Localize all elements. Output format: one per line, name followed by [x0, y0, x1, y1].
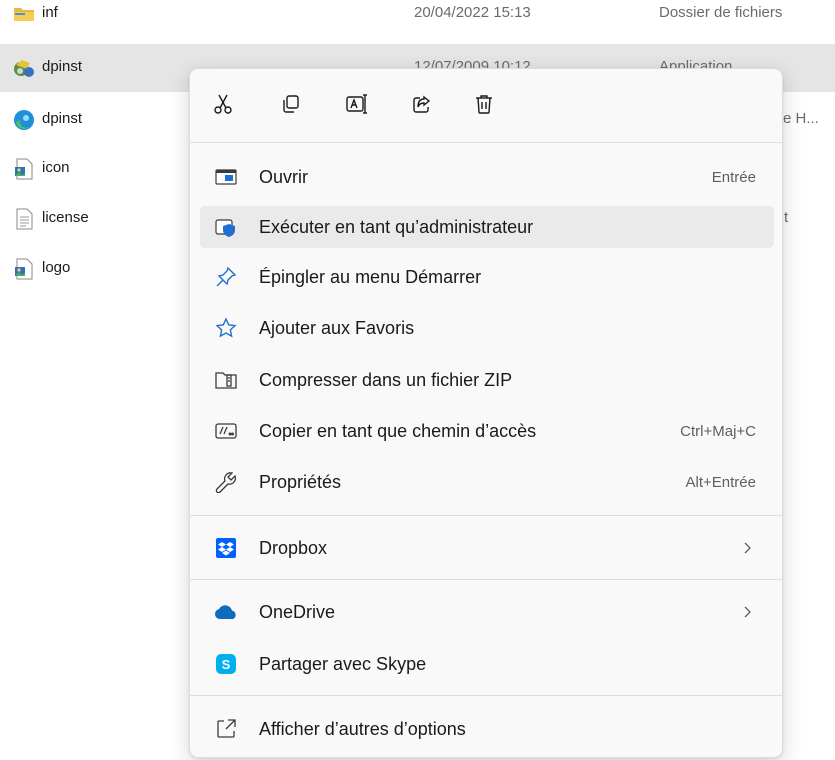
menu-item-label: Exécuter en tant qu’administrateur [259, 217, 534, 237]
menu-item-share-skype[interactable]: S Partager avec Skype [200, 643, 774, 685]
menu-item-dropbox[interactable]: Dropbox [200, 527, 774, 569]
menu-item-run-as-admin[interactable]: Exécuter en tant qu’administrateur [200, 206, 774, 248]
cut-button[interactable] [206, 89, 240, 123]
delete-button[interactable] [467, 89, 501, 123]
file-type-partial: t [784, 209, 789, 226]
menu-item-label: Épingler au menu Démarrer [259, 267, 482, 287]
context-menu: Ouvrir Entrée Exécuter en tant qu’admini… [189, 68, 783, 758]
chevron-right-icon [740, 539, 754, 557]
star-icon [214, 316, 238, 340]
file-name: license [42, 209, 89, 226]
menu-separator [190, 695, 782, 696]
image-file-icon [12, 257, 36, 281]
copy-button[interactable] [274, 89, 308, 123]
file-date: 20/04/2022 15:13 [414, 4, 531, 21]
menu-item-label: Compresser dans un fichier ZIP [259, 370, 513, 390]
file-name: inf [42, 4, 58, 21]
dropbox-icon [214, 536, 238, 560]
menu-item-open[interactable]: Ouvrir Entrée [200, 156, 774, 198]
edge-document-icon [12, 108, 36, 132]
menu-item-add-favorites[interactable]: Ajouter aux Favoris [200, 307, 774, 349]
wrench-icon [214, 470, 238, 494]
copy-icon [280, 93, 302, 120]
menu-item-onedrive[interactable]: OneDrive [200, 591, 774, 633]
menu-item-copy-as-path[interactable]: Copier en tant que chemin d’accès Ctrl+M… [200, 410, 774, 452]
more-options-icon [214, 717, 238, 741]
zip-folder-icon [214, 368, 238, 392]
menu-item-label: Partager avec Skype [259, 654, 427, 674]
file-type: Dossier de fichiers [659, 4, 783, 21]
skype-icon: S [214, 652, 238, 676]
menu-item-shortcut: Alt+Entrée [685, 474, 756, 491]
menu-item-shortcut: Entrée [711, 169, 756, 186]
menu-item-properties[interactable]: Propriétés Alt+Entrée [200, 461, 774, 503]
menu-item-compress-zip[interactable]: Compresser dans un fichier ZIP [200, 359, 774, 401]
file-name: icon [42, 159, 70, 176]
open-window-icon [214, 165, 238, 189]
file-name: logo [42, 259, 71, 276]
chevron-right-icon [740, 603, 754, 621]
shield-icon [214, 215, 238, 239]
menu-item-pin-to-start[interactable]: Épingler au menu Démarrer [200, 256, 774, 298]
menu-separator [190, 142, 782, 143]
path-icon [214, 419, 238, 443]
menu-item-label: Ouvrir [259, 167, 308, 187]
delete-icon [473, 93, 495, 120]
rename-button[interactable] [340, 89, 374, 123]
menu-item-label: Afficher d’autres d’options [259, 719, 466, 739]
menu-item-label: Dropbox [259, 538, 328, 558]
file-name: dpinst [42, 58, 83, 75]
file-type-partial: e H... [783, 110, 819, 127]
cut-icon [212, 93, 234, 120]
menu-separator [190, 579, 782, 580]
text-file-icon [12, 207, 36, 231]
app-icon [12, 56, 36, 80]
image-file-icon [12, 157, 36, 181]
menu-item-label: Ajouter aux Favoris [259, 318, 415, 338]
menu-item-more-options[interactable]: Afficher d’autres d’options [200, 708, 774, 750]
menu-separator [190, 515, 782, 516]
pin-icon [214, 265, 238, 289]
rename-icon [345, 93, 369, 120]
file-name: dpinst [42, 110, 83, 127]
menu-item-label: Propriétés [259, 472, 342, 492]
folder-icon [12, 2, 36, 26]
file-explorer-view: inf 20/04/2022 15:13 Dossier de fichiers… [0, 0, 835, 760]
menu-item-label: OneDrive [259, 602, 336, 622]
share-icon [411, 93, 433, 120]
file-row-inf[interactable]: inf 20/04/2022 15:13 Dossier de fichiers [0, 0, 835, 38]
svg-text:S: S [222, 657, 231, 672]
onedrive-icon [214, 600, 238, 624]
menu-item-shortcut: Ctrl+Maj+C [680, 423, 756, 440]
menu-item-label: Copier en tant que chemin d’accès [259, 421, 537, 441]
share-button[interactable] [405, 89, 439, 123]
